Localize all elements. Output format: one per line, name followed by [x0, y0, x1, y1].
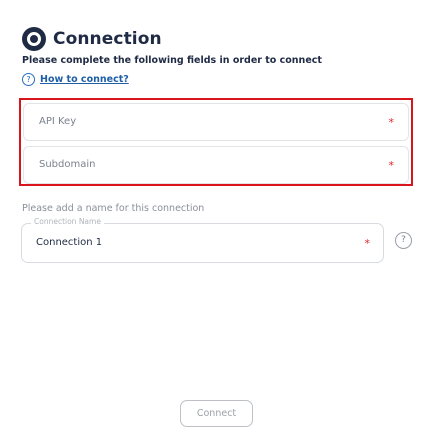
required-asterisk: *: [364, 237, 371, 250]
connection-name-legend: Connection Name: [31, 217, 104, 226]
connect-button[interactable]: Connect: [180, 400, 253, 427]
how-to-connect-link[interactable]: How to connect?: [40, 74, 129, 85]
page-title: Connection: [53, 29, 162, 49]
api-key-field[interactable]: API Key *: [23, 103, 409, 141]
header: Connection: [22, 27, 162, 51]
subdomain-field[interactable]: Subdomain *: [23, 146, 409, 184]
required-asterisk: *: [388, 159, 395, 172]
name-prompt-text: Please add a name for this connection: [22, 203, 205, 214]
instructions-text: Please complete the following fields in …: [22, 55, 322, 66]
required-asterisk: *: [388, 116, 395, 129]
connection-name-value: Connection 1: [36, 237, 103, 248]
connector-ring-icon: [22, 27, 46, 51]
help-link-row[interactable]: ? How to connect?: [22, 73, 129, 86]
question-circle-icon: ?: [22, 73, 35, 86]
api-key-placeholder: API Key: [39, 116, 77, 127]
highlighted-required-fields: API Key * Subdomain *: [19, 98, 413, 186]
connection-name-field[interactable]: Connection Name Connection 1 *: [21, 217, 384, 263]
question-circle-icon[interactable]: ?: [395, 232, 412, 249]
subdomain-placeholder: Subdomain: [39, 159, 96, 170]
